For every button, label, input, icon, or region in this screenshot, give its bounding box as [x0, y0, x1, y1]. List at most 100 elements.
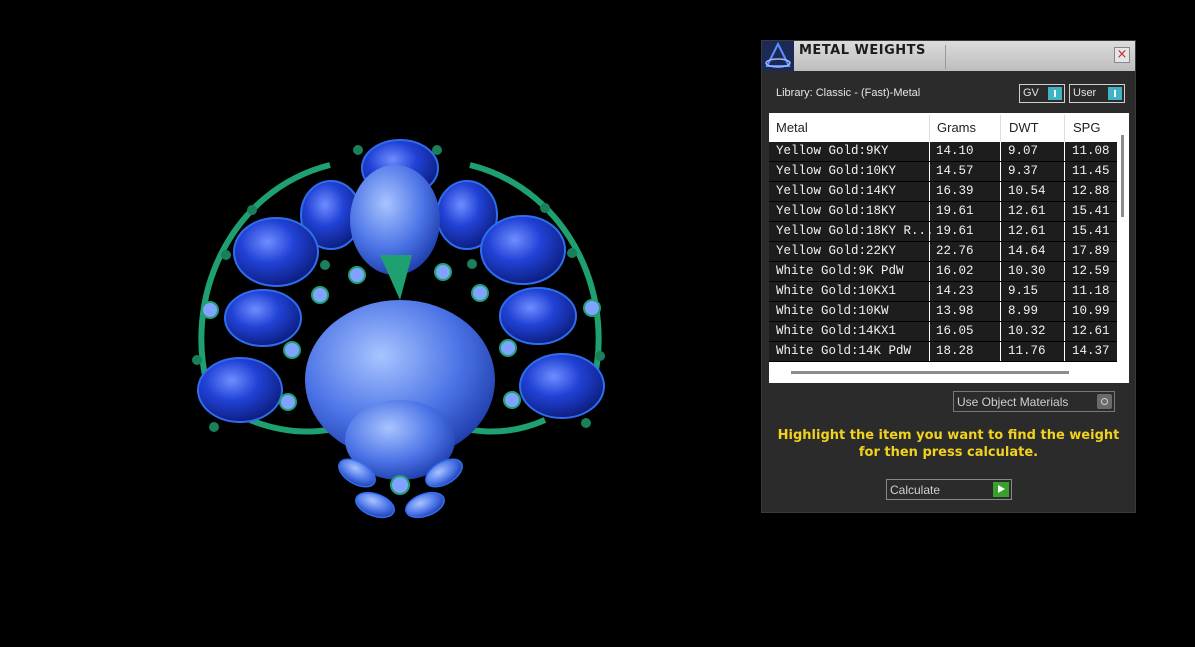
model-viewport[interactable]: [0, 0, 740, 647]
calculate-label: Calculate: [890, 483, 941, 497]
table-row[interactable]: White Gold:10KW 13.98 8.99 10.99: [769, 302, 1117, 322]
table-row[interactable]: Yellow Gold:22KY 22.76 14.64 17.89: [769, 242, 1117, 262]
cell-divider: [1000, 242, 1001, 261]
spg-cell: 11.18: [1072, 284, 1110, 298]
app-logo-icon: [762, 41, 794, 71]
grams-cell: 22.76: [936, 244, 974, 258]
cell-divider: [1000, 262, 1001, 281]
column-header-grams[interactable]: Grams: [937, 120, 976, 135]
dwt-cell: 10.54: [1008, 184, 1046, 198]
close-button[interactable]: ×: [1114, 47, 1130, 63]
grams-cell: 14.57: [936, 164, 974, 178]
cell-divider: [1000, 222, 1001, 241]
dwt-cell: 11.76: [1008, 344, 1046, 358]
use-object-materials-label: Use Object Materials: [957, 395, 1069, 409]
cell-divider: [929, 182, 930, 201]
cell-divider: [929, 322, 930, 341]
cell-divider: [929, 262, 930, 281]
column-header-dwt[interactable]: DWT: [1009, 120, 1039, 135]
dwt-cell: 9.37: [1008, 164, 1039, 178]
spg-cell: 15.41: [1072, 224, 1110, 238]
user-toggle[interactable]: User: [1069, 84, 1125, 103]
cell-divider: [1064, 162, 1065, 181]
spg-cell: 15.41: [1072, 204, 1110, 218]
cell-divider: [1064, 222, 1065, 241]
table-row[interactable]: White Gold:14KX1 16.05 10.32 12.61: [769, 322, 1117, 342]
grams-cell: 18.28: [936, 344, 974, 358]
cell-divider: [1000, 202, 1001, 221]
dwt-cell: 12.61: [1008, 224, 1046, 238]
cell-divider: [1000, 302, 1001, 321]
metal-cell: Yellow Gold:18KY: [776, 204, 897, 218]
title-divider: [945, 45, 946, 69]
cell-divider: [1064, 202, 1065, 221]
grams-cell: 16.02: [936, 264, 974, 278]
cell-divider: [929, 282, 930, 301]
table-header: Metal Grams DWT SPG: [769, 113, 1129, 142]
calculate-button[interactable]: Calculate: [886, 479, 1012, 500]
instruction-line-1: Highlight the item you want to find the …: [777, 428, 1120, 443]
gv-toggle[interactable]: GV: [1019, 84, 1065, 103]
spg-cell: 10.99: [1072, 304, 1110, 318]
cell-divider: [1064, 142, 1065, 161]
cell-divider: [1000, 282, 1001, 301]
table-body: Yellow Gold:9KY 14.10 9.07 11.08 Yellow …: [769, 142, 1117, 362]
table-row[interactable]: White Gold:10KX1 14.23 9.15 11.18: [769, 282, 1117, 302]
panel-titlebar[interactable]: METAL WEIGHTS ×: [762, 41, 1135, 71]
grams-cell: 14.10: [936, 144, 974, 158]
horizontal-scrollbar[interactable]: [769, 363, 1129, 383]
metal-cell: White Gold:14KX1: [776, 324, 897, 338]
metal-cell: White Gold:10KX1: [776, 284, 897, 298]
use-object-materials-toggle[interactable]: Use Object Materials: [953, 391, 1115, 412]
metal-weights-panel: METAL WEIGHTS × Library: Classic - (Fast…: [761, 40, 1136, 513]
spg-cell: 14.37: [1072, 344, 1110, 358]
cell-divider: [929, 302, 930, 321]
panel-title: METAL WEIGHTS: [799, 43, 926, 58]
dwt-cell: 10.32: [1008, 324, 1046, 338]
table-row[interactable]: White Gold:14K PdW 18.28 11.76 14.37: [769, 342, 1117, 362]
cell-divider: [1064, 322, 1065, 341]
dwt-cell: 8.99: [1008, 304, 1039, 318]
column-divider: [929, 115, 930, 141]
table-row[interactable]: White Gold:9K PdW 16.02 10.30 12.59: [769, 262, 1117, 282]
spg-cell: 11.45: [1072, 164, 1110, 178]
dwt-cell: 9.07: [1008, 144, 1039, 158]
table-row[interactable]: Yellow Gold:18KY 19.61 12.61 15.41: [769, 202, 1117, 222]
column-header-metal[interactable]: Metal: [776, 120, 808, 135]
dwt-cell: 12.61: [1008, 204, 1046, 218]
metal-cell: White Gold:9K PdW: [776, 264, 904, 278]
spg-cell: 12.88: [1072, 184, 1110, 198]
metal-cell: Yellow Gold:14KY: [776, 184, 897, 198]
cell-divider: [1064, 302, 1065, 321]
grams-cell: 14.23: [936, 284, 974, 298]
grams-cell: 16.39: [936, 184, 974, 198]
horizontal-scroll-thumb[interactable]: [791, 371, 1069, 374]
table-row[interactable]: Yellow Gold:18KY R... 19.61 12.61 15.41: [769, 222, 1117, 242]
peacock-brooch-model[interactable]: [0, 0, 740, 647]
spg-cell: 17.89: [1072, 244, 1110, 258]
radio-indicator-icon: [1097, 394, 1112, 409]
dwt-cell: 14.64: [1008, 244, 1046, 258]
column-divider: [1000, 115, 1001, 141]
cell-divider: [1064, 262, 1065, 281]
table-row[interactable]: Yellow Gold:10KY 14.57 9.37 11.45: [769, 162, 1117, 182]
vertical-scrollbar[interactable]: [1117, 133, 1129, 363]
dwt-cell: 9.15: [1008, 284, 1039, 298]
grams-cell: 16.05: [936, 324, 974, 338]
metal-cell: Yellow Gold:10KY: [776, 164, 897, 178]
cell-divider: [929, 142, 930, 161]
instruction-line-2: for then press calculate.: [858, 445, 1039, 460]
table-row[interactable]: Yellow Gold:9KY 14.10 9.07 11.08: [769, 142, 1117, 162]
metal-cell: Yellow Gold:9KY: [776, 144, 889, 158]
gv-toggle-label: GV: [1023, 87, 1039, 99]
metal-cell: Yellow Gold:22KY: [776, 244, 897, 258]
cell-divider: [929, 222, 930, 241]
table-row[interactable]: Yellow Gold:14KY 16.39 10.54 12.88: [769, 182, 1117, 202]
dwt-cell: 10.30: [1008, 264, 1046, 278]
column-header-spg[interactable]: SPG: [1073, 120, 1100, 135]
metal-cell: White Gold:10KW: [776, 304, 889, 318]
vertical-scroll-thumb[interactable]: [1121, 135, 1124, 217]
grams-cell: 13.98: [936, 304, 974, 318]
instruction-text: Highlight the item you want to find the …: [762, 427, 1135, 461]
cell-divider: [1064, 242, 1065, 261]
